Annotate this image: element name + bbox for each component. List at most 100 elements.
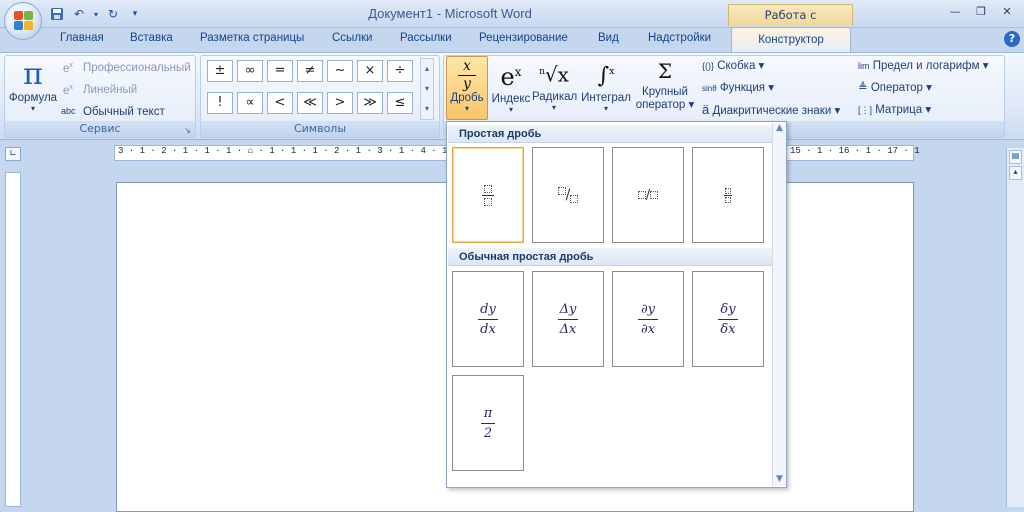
bracket-icon: {()} [702, 61, 715, 71]
radical-button[interactable]: n√x Радикал ▾ [532, 56, 577, 112]
chevron-down-icon: ▾ [603, 104, 608, 114]
limit-button[interactable]: lim Предел и логарифм ▾ [858, 58, 989, 72]
frac-denominator: dx [480, 321, 496, 337]
vertical-scrollbar[interactable]: ▤ ▴ [1006, 148, 1024, 507]
office-button[interactable] [4, 2, 42, 40]
ruler-numbers: 3 · 1 · 2 · 1 · 1 · 1 · ⌂ · 1 · 1 · 1 · … [118, 146, 491, 156]
undo-dropdown-icon[interactable]: ▾ [92, 5, 100, 23]
symbol-button[interactable]: ~ [327, 60, 353, 82]
fraction-pi-2-tile[interactable]: π2 [452, 375, 524, 471]
fraction-skewed-tile[interactable]: / [532, 147, 604, 243]
frac-denominator: 2 [483, 425, 493, 441]
symbol-button[interactable]: ≪ [297, 92, 323, 114]
group-title-service: Сервис [5, 121, 195, 137]
minimize-icon[interactable]: — [946, 4, 964, 20]
formula-button[interactable]: π Формула ▾ [7, 58, 59, 114]
tab-references[interactable]: Ссылки [332, 32, 373, 44]
integral-button[interactable]: ∫x Интеграл ▾ [579, 56, 633, 113]
scroll-up-icon[interactable]: ▴ [1009, 166, 1022, 180]
symbol-button[interactable]: = [267, 60, 293, 82]
linear-fraction-icon: / [637, 188, 659, 203]
tab-home[interactable]: Главная [60, 32, 104, 44]
large-operator-button[interactable]: Σ Крупный оператор ▾ [634, 56, 696, 112]
fraction-small-tile[interactable] [692, 147, 764, 243]
fraction-stacked-tile[interactable] [452, 147, 524, 243]
sum-icon: Σ [657, 59, 673, 83]
chevron-down-icon: ▾ [464, 104, 469, 113]
group-title-symbols: Символы [201, 121, 439, 137]
dialog-launcher-icon[interactable]: ↘ [184, 126, 191, 135]
normal-text-button[interactable]: Обычный текст [83, 106, 165, 118]
index-icon: ex [500, 63, 522, 91]
stacked-fraction-icon [482, 184, 494, 206]
symbol-button[interactable]: ÷ [387, 60, 413, 82]
matrix-button[interactable]: [⋮] Матрица ▾ [858, 102, 931, 116]
symbol-button[interactable]: ± [207, 60, 233, 82]
fraction-label: Дробь [450, 92, 484, 104]
linear-button[interactable]: Линейный [83, 84, 137, 96]
redo-icon[interactable]: ↻ [104, 5, 122, 23]
help-icon[interactable]: ? [1004, 31, 1020, 47]
tab-view[interactable]: Вид [598, 32, 619, 44]
frac-partial: ∂y ∂x [638, 302, 658, 337]
customize-qat-icon[interactable]: ▾ [126, 5, 144, 23]
frac-numerator: ∂y [640, 301, 656, 317]
tab-review[interactable]: Рецензирование [479, 32, 568, 44]
symbol-button[interactable]: × [357, 60, 383, 82]
frac-numerator: π [483, 405, 493, 421]
symbol-button[interactable]: < [267, 92, 293, 114]
tab-mailings[interactable]: Рассылки [400, 32, 452, 44]
accent-button[interactable]: ä Диакритические знаки ▾ [702, 102, 840, 117]
tab-design[interactable]: Конструктор [731, 27, 851, 52]
symbol-button[interactable]: > [327, 92, 353, 114]
scroll-down-icon[interactable]: ▼ [773, 474, 786, 484]
frac-numerator: δy [720, 301, 736, 317]
tab-addins[interactable]: Надстройки [648, 32, 711, 44]
frac-pi-2: π2 [481, 406, 495, 441]
symbol-button[interactable]: ∝ [237, 92, 263, 114]
symbols-scroll[interactable]: ▴ ▾ ▾ [420, 58, 434, 120]
symbol-button[interactable]: ≤ [387, 92, 413, 114]
professional-icon: ex [63, 62, 73, 75]
operator-button[interactable]: ≜ Оператор ▾ [858, 80, 932, 94]
symbol-button[interactable]: ! [207, 92, 233, 114]
fraction-gallery: Простая дробь / / Обычная простая дробь … [446, 121, 787, 488]
restore-icon[interactable]: ❐ [972, 4, 990, 20]
tab-insert[interactable]: Вставка [130, 32, 173, 44]
bracket-button[interactable]: {()} Скобка ▾ [702, 58, 764, 72]
scroll-up-icon[interactable]: ▲ [773, 123, 786, 133]
index-button[interactable]: ex Индекс ▾ [490, 56, 532, 114]
operator-icon: ≜ [858, 82, 868, 94]
symbol-button[interactable]: ≠ [297, 60, 323, 82]
integral-icon: ∫x [597, 63, 615, 89]
chevron-down-icon: ▾ [551, 102, 556, 112]
ruler-toggle-icon[interactable]: ▤ [1009, 150, 1022, 164]
tab-page-layout[interactable]: Разметка страницы [200, 32, 304, 44]
gallery-scrollbar[interactable]: ▲ ▼ [772, 123, 786, 486]
frac-dy-dx: dy dx [478, 302, 498, 337]
fraction-linear-tile[interactable]: / [612, 147, 684, 243]
symbol-button[interactable]: ∞ [237, 60, 263, 82]
save-icon[interactable] [48, 5, 66, 23]
tab-selector-icon[interactable]: ∟ [5, 147, 21, 161]
large-operator-label-1: Крупный [642, 86, 688, 98]
fraction-small-delta-tile[interactable]: δy δx [692, 271, 764, 367]
formula-label: Формула [8, 92, 58, 104]
vertical-ruler[interactable] [5, 172, 21, 507]
professional-button[interactable]: Профессиональный [83, 62, 191, 74]
function-button[interactable]: sinθ Функция ▾ [702, 80, 774, 94]
matrix-icon: [⋮] [858, 105, 873, 115]
fraction-dy-dx-tile[interactable]: dy dx [452, 271, 524, 367]
close-icon[interactable]: ✕ [998, 4, 1016, 20]
fraction-partial-tile[interactable]: ∂y ∂x [612, 271, 684, 367]
function-label: Функция [719, 82, 766, 94]
fraction-icon: xy [447, 59, 487, 92]
symbol-button[interactable]: ≫ [357, 92, 383, 114]
ribbon-tabs: Главная Вставка Разметка страницы Ссылки… [0, 28, 1024, 52]
fraction-delta-tile[interactable]: Δy Δx [532, 271, 604, 367]
fraction-button[interactable]: xy Дробь ▾ [446, 56, 488, 120]
large-operator-label-2: оператор ▾ [635, 99, 695, 111]
radical-icon: n√x [539, 62, 569, 87]
undo-icon[interactable]: ↶ [70, 5, 88, 23]
window-title: Документ1 - Microsoft Word [368, 6, 532, 21]
